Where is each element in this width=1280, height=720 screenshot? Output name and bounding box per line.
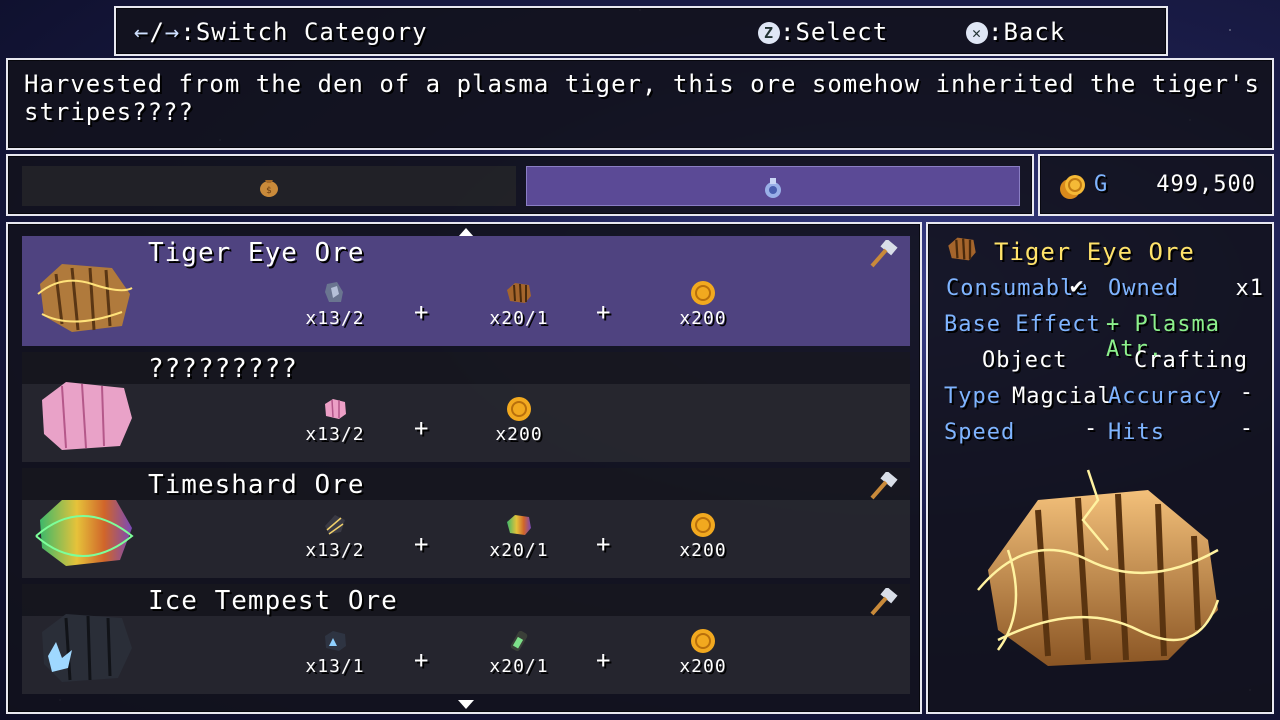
item-description-window: Harvested from the den of a plasma tiger… <box>6 58 1274 150</box>
select-hint: Z:Select <box>758 18 888 46</box>
recipe-list: Tiger Eye Ore x13/2 + x20/1 + x200 ?????… <box>6 222 922 714</box>
list-item-tiger-eye-ore[interactable]: Tiger Eye Ore x13/2 + x20/1 + x200 <box>22 236 910 346</box>
list-item-unknown[interactable]: ????????? x13/2 + x200 <box>22 352 910 462</box>
tiger-eye-ore-large-image <box>977 469 1220 666</box>
z-button-icon: Z <box>758 22 780 44</box>
timeshard-ore-icon <box>35 500 134 566</box>
left-arrow-icon: ← <box>134 18 150 46</box>
gold-unit: G <box>1094 172 1109 197</box>
gold-coins-icon <box>1060 175 1085 199</box>
right-arrow-icon: → <box>164 18 181 46</box>
back-hint: ✕:Back <box>966 18 1065 46</box>
speed-label: Speed <box>944 420 1016 445</box>
ingredient-ice-ore: x13/1 <box>290 628 380 677</box>
list-item-ice-tempest-ore[interactable]: Ice Tempest Ore x13/1 + x20/1 + x200 <box>22 584 910 694</box>
pink-crystal-icon <box>325 399 346 419</box>
owned-label: Owned <box>1108 276 1180 301</box>
ingredient-rainbow-ore: x20/1 <box>474 512 564 561</box>
item-name: Ice Tempest Ore <box>148 586 398 616</box>
switch-category-label: Switch Category <box>195 18 428 46</box>
hammer-icon <box>870 240 898 268</box>
item-name: Timeshard Ore <box>148 470 365 500</box>
x-button-icon: ✕ <box>966 22 988 44</box>
item-description-text: Harvested from the den of a plasma tiger… <box>24 70 1260 126</box>
pink-crystal-ore-icon <box>42 382 132 450</box>
detail-item-name: Tiger Eye Ore <box>994 238 1195 266</box>
green-vial-icon <box>510 630 528 652</box>
rainbow-ore-icon <box>507 515 531 535</box>
gold-coin-icon <box>507 397 531 421</box>
category-tabs: $ <box>6 154 1034 216</box>
back-label: Back <box>1003 18 1066 46</box>
ingredient-gold-coin: x200 <box>658 512 748 561</box>
category-tab-money-bag[interactable]: $ <box>22 166 516 206</box>
ice-ore-icon <box>325 631 346 651</box>
ingredient-pink-crystal: x13/2 <box>290 396 380 445</box>
gold-coin-icon <box>691 513 715 537</box>
hammer-icon <box>870 472 898 500</box>
ore-chunk-icon <box>325 282 343 302</box>
type-value: Magcial <box>1012 384 1112 409</box>
hits-value: - <box>1239 416 1254 441</box>
object-label: Object <box>982 348 1068 373</box>
owned-value: x1 <box>1235 276 1264 301</box>
ingredient-wrapped-shard: x13/2 <box>290 512 380 561</box>
svg-text:$: $ <box>266 186 272 196</box>
select-label: Select <box>795 18 889 46</box>
tiger-ore-icon <box>507 283 531 303</box>
gold-coin-icon <box>691 281 715 305</box>
item-detail-panel: Tiger Eye Ore Consumable ✔ Owned x1 Base… <box>926 222 1274 714</box>
potion-flask-icon <box>765 178 781 198</box>
consumable-label: Consumable <box>946 276 1089 301</box>
ingredient-gold-coin: x200 <box>658 628 748 677</box>
money-bag-icon: $ <box>260 180 278 197</box>
ingredient-ore-chunk: x13/2 <box>290 280 380 329</box>
gold-amount: 499,500 <box>1156 172 1256 197</box>
controls-help-bar: ←/→:Switch Category Z:Select ✕:Back <box>114 6 1168 56</box>
tiger-ore-icon <box>948 237 976 261</box>
item-name: ????????? <box>148 354 298 384</box>
ice-tempest-ore-icon <box>42 614 132 682</box>
base-effect-label: Base Effect <box>944 312 1101 337</box>
check-icon: ✔ <box>1070 274 1085 299</box>
hits-label: Hits <box>1108 420 1165 445</box>
accuracy-value: - <box>1239 380 1254 405</box>
ingredient-gold-coin: x200 <box>658 280 748 329</box>
hammer-icon <box>870 588 898 616</box>
wrapped-shard-icon <box>325 515 345 535</box>
list-item-timeshard-ore[interactable]: Timeshard Ore x13/2 + x20/1 + x200 <box>22 468 910 578</box>
gold-coin-icon <box>691 629 715 653</box>
ingredient-green-vial: x20/1 <box>474 628 564 677</box>
scroll-down-arrow-icon[interactable] <box>458 700 474 709</box>
item-name: Tiger Eye Ore <box>148 238 365 268</box>
type-label: Type <box>944 384 1001 409</box>
ingredient-gold-coin: x200 <box>474 396 564 445</box>
category-tab-potion[interactable] <box>526 166 1020 206</box>
tiger-eye-ore-icon <box>37 264 133 332</box>
switch-category-hint: ←/→:Switch Category <box>134 18 428 46</box>
gold-window: G 499,500 <box>1038 154 1274 216</box>
ingredient-tiger-ore: x20/1 <box>474 280 564 329</box>
crafting-label: Crafting <box>1134 348 1248 373</box>
speed-value: - <box>1084 416 1099 441</box>
accuracy-label: Accuracy <box>1108 384 1222 409</box>
